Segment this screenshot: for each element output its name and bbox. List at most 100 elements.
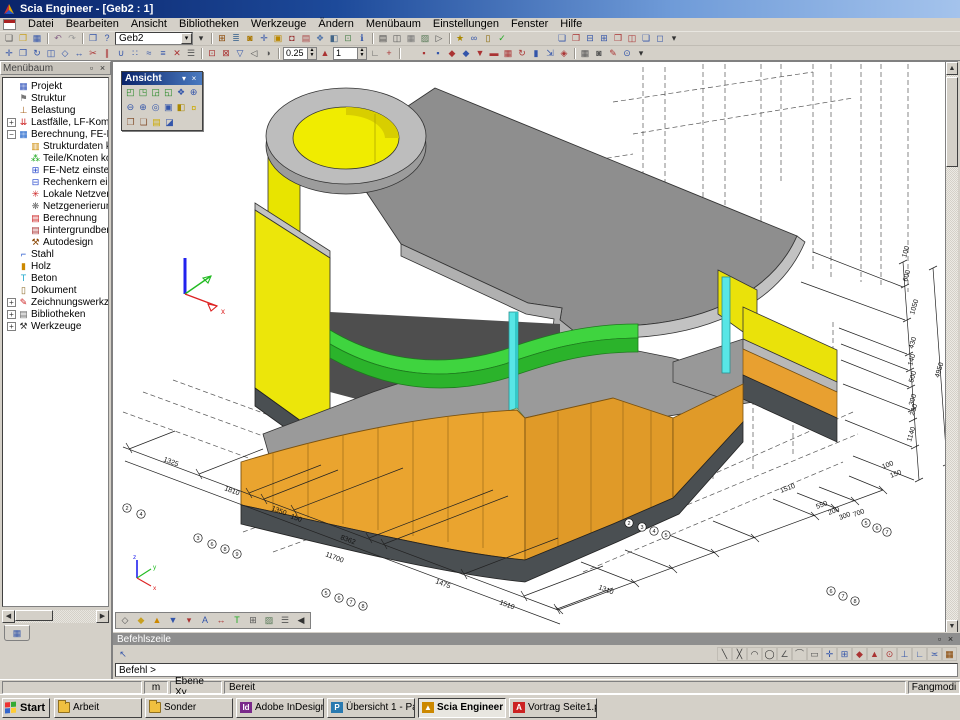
status-unit[interactable]: m — [144, 681, 168, 694]
snap-grid-icon[interactable]: ⊞ — [837, 647, 852, 661]
close-icon[interactable]: × — [945, 634, 956, 644]
close-icon[interactable]: × — [97, 63, 108, 73]
redo-icon[interactable]: ↷ — [65, 32, 79, 45]
clip-box-icon[interactable]: ◧ — [175, 101, 188, 114]
light-icon[interactable]: ¤ — [187, 101, 200, 114]
open-project-icon[interactable]: ❐ — [16, 32, 30, 45]
snap-line-icon[interactable]: ╲ — [717, 647, 732, 661]
status-plane[interactable]: Ebene Xy — [170, 681, 222, 694]
menu-hilfe[interactable]: Hilfe — [554, 18, 588, 31]
spinner-arrows-icon[interactable]: ▲▼ — [307, 48, 316, 59]
invert-selection-icon[interactable]: ◑ — [261, 47, 275, 60]
ansicht-palette[interactable]: Ansicht ▾ × ◰◳◲◱❖⊕⊖⊕◎▣◧¤❐❏▤◪ — [121, 71, 203, 131]
tree-item-dokument[interactable]: ▯Dokument — [5, 284, 108, 296]
moment-icon[interactable]: ↻ — [515, 47, 529, 60]
snap-intersect-icon[interactable]: ⊙ — [882, 647, 897, 661]
row2-more-icon[interactable]: ▾ — [634, 47, 648, 60]
previous-selection-icon[interactable]: ◁ — [247, 47, 261, 60]
select-filter-icon[interactable]: ▽ — [233, 47, 247, 60]
menu-bearbeiten[interactable]: Bearbeiten — [60, 18, 125, 31]
view-rotate-icon[interactable]: ❖ — [175, 86, 188, 99]
window-close-icon[interactable]: ◻ — [653, 32, 667, 45]
mdi-document-icon[interactable] — [3, 19, 16, 30]
expand-plus-icon[interactable]: + — [7, 322, 16, 331]
menu-einstellungen[interactable]: Einstellungen — [427, 18, 505, 31]
camera-icon[interactable]: ◙ — [592, 47, 606, 60]
pin-view-icon[interactable]: ⊙ — [620, 47, 634, 60]
array-icon[interactable]: ∷ — [128, 47, 142, 60]
load-scale-spinner[interactable]: 0.25▲▼ — [283, 47, 317, 60]
pointer-icon[interactable]: ↖ — [116, 648, 130, 661]
table-icon[interactable]: ▤ — [299, 32, 313, 45]
info-icon[interactable]: ℹ — [355, 32, 369, 45]
align-icon[interactable]: ≡ — [156, 47, 170, 60]
gallery-icon[interactable]: ▦ — [404, 32, 418, 45]
snap-ortho-icon[interactable]: ∟ — [912, 647, 927, 661]
chevron-down-icon[interactable]: ▾ — [181, 33, 192, 44]
undo-icon[interactable]: ↶ — [51, 32, 65, 45]
named-selection-icon[interactable]: ✛ — [257, 32, 271, 45]
task-sonder[interactable]: Sonder — [145, 698, 233, 718]
spinner-arrows-icon[interactable]: ▲▼ — [357, 48, 366, 59]
canvas-vscrollbar[interactable]: ▲ ▼ — [945, 62, 958, 633]
tree-item-autodesign[interactable]: ⚒Autodesign — [5, 236, 108, 248]
break-icon[interactable]: ∥ — [100, 47, 114, 60]
task-vortrag-seite1-pdf-[interactable]: AVortrag Seite1.pdf ... — [509, 698, 597, 718]
view-dialog-icon[interactable]: ▤ — [150, 116, 163, 129]
view-params-icon[interactable]: ◧ — [327, 32, 341, 45]
project-combo[interactable]: Geb2▾ — [115, 32, 193, 45]
pin-icon[interactable]: ▫ — [934, 634, 945, 644]
coords-icon[interactable]: + — [382, 47, 396, 60]
properties-icon[interactable]: ☰ — [184, 47, 198, 60]
collapse-minus-icon[interactable]: − — [7, 130, 16, 139]
copy-view-icon[interactable]: ❏ — [137, 116, 150, 129]
scroll-left-arrow-icon[interactable]: ◀ — [2, 610, 15, 623]
scroll-thumb[interactable] — [15, 610, 53, 621]
grid-settings-icon[interactable]: ⊡ — [341, 32, 355, 45]
perspective-icon[interactable]: ◇ — [117, 614, 133, 627]
snap-mid-icon[interactable]: ▲ — [867, 647, 882, 661]
model-viewport[interactable]: 1325181013501508362117001475151013101510… — [113, 61, 958, 632]
tree-item-fe-netz-einstellen[interactable]: ⊞FE-Netz einstellen — [5, 164, 108, 176]
pin-icon[interactable]: ▫ — [86, 63, 97, 73]
save-view-icon[interactable]: ▦ — [578, 47, 592, 60]
zoom-out-icon[interactable]: ⊖ — [124, 101, 137, 114]
surface-load-icon[interactable]: ▦ — [501, 47, 515, 60]
window-tile-icon[interactable]: ◫ — [625, 32, 639, 45]
view-top-icon[interactable]: ◰ — [124, 86, 137, 99]
new-project-icon[interactable]: ❏ — [2, 32, 16, 45]
activity-icon[interactable]: ◙ — [243, 32, 257, 45]
annotate-icon[interactable]: ✎ — [606, 47, 620, 60]
zoom-all-icon[interactable]: ◎ — [149, 101, 162, 114]
tree-item-hintergrundberechnur[interactable]: ▤Hintergrundberechnur — [5, 224, 108, 236]
snap-circle-icon[interactable]: ◯ — [762, 647, 777, 661]
scale-icon[interactable]: ◇ — [58, 47, 72, 60]
snap-cross-icon[interactable]: ╳ — [732, 647, 747, 661]
print-preview-icon[interactable]: ◫ — [390, 32, 404, 45]
stretch-icon[interactable]: ↔ — [72, 47, 86, 60]
tree-item-projekt[interactable]: ▦Projekt — [5, 80, 108, 92]
command-input[interactable]: Befehl > — [115, 663, 958, 677]
menu-ansicht[interactable]: Ansicht — [125, 18, 173, 31]
render-icon[interactable]: ◆ — [133, 614, 149, 627]
menu-bibliotheken[interactable]: Bibliotheken — [173, 18, 245, 31]
tree-item-berechnung-fe-netz[interactable]: −▦Berechnung, FE-Netz — [5, 128, 108, 140]
rotate-icon[interactable]: ↻ — [30, 47, 44, 60]
scroll-up-arrow-icon[interactable]: ▲ — [946, 62, 958, 75]
print-view-icon[interactable]: ❐ — [124, 116, 137, 129]
copy-icon[interactable]: ❐ — [16, 47, 30, 60]
snap-length-icon[interactable]: ▦ — [942, 647, 957, 661]
move-icon[interactable]: ✛ — [2, 47, 16, 60]
expand-plus-icon[interactable]: + — [7, 310, 16, 319]
hinge-icon[interactable]: ◆ — [459, 47, 473, 60]
menu--ndern[interactable]: Ändern — [312, 18, 359, 31]
step-spinner[interactable]: 1▲▼ — [333, 47, 367, 60]
load-scale-icon[interactable]: ▲ — [318, 47, 332, 60]
lock-icon[interactable]: ▯ — [481, 32, 495, 45]
expand-plus-icon[interactable]: + — [7, 298, 16, 307]
task-adobe-indesign-c-[interactable]: IdAdobe InDesign C... — [236, 698, 324, 718]
offset-icon[interactable]: ≈ — [142, 47, 156, 60]
angle-icon[interactable]: ∟ — [368, 47, 382, 60]
tree-item-stahl[interactable]: ⌐Stahl — [5, 248, 108, 260]
support-icon[interactable]: ◆ — [445, 47, 459, 60]
